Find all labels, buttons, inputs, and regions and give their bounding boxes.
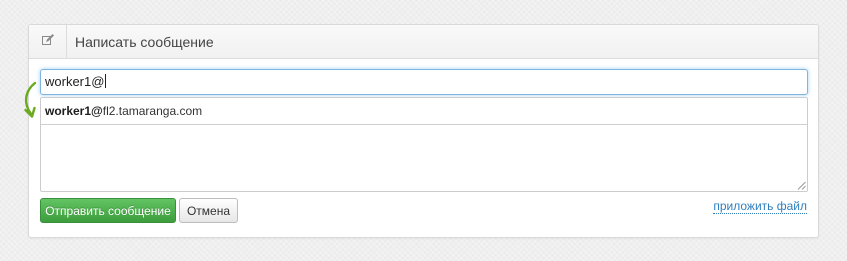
recipient-input-value: worker1@ bbox=[45, 74, 105, 89]
send-message-button[interactable]: Отправить сообщение bbox=[40, 198, 176, 223]
header-icon-box bbox=[29, 25, 67, 58]
panel-title: Написать сообщение bbox=[75, 34, 214, 50]
autocomplete-item[interactable]: worker1@fl2.tamaranga.com bbox=[45, 104, 202, 118]
text-caret bbox=[105, 74, 107, 88]
suggestion-match: worker1@ bbox=[45, 104, 103, 118]
resize-grip-icon[interactable] bbox=[797, 181, 806, 190]
autocomplete-dropdown: worker1@fl2.tamaranga.com bbox=[41, 98, 807, 125]
cancel-button[interactable]: Отмена bbox=[179, 198, 238, 223]
recipient-input[interactable]: worker1@ bbox=[40, 69, 808, 95]
attach-file-link[interactable]: приложить файл bbox=[713, 199, 807, 214]
panel-header: Написать сообщение bbox=[29, 25, 818, 59]
suggestion-rest: fl2.tamaranga.com bbox=[102, 104, 203, 118]
compose-panel: Написать сообщение worker1@ worker1@fl2.… bbox=[24, 24, 819, 238]
compose-icon bbox=[41, 34, 54, 49]
